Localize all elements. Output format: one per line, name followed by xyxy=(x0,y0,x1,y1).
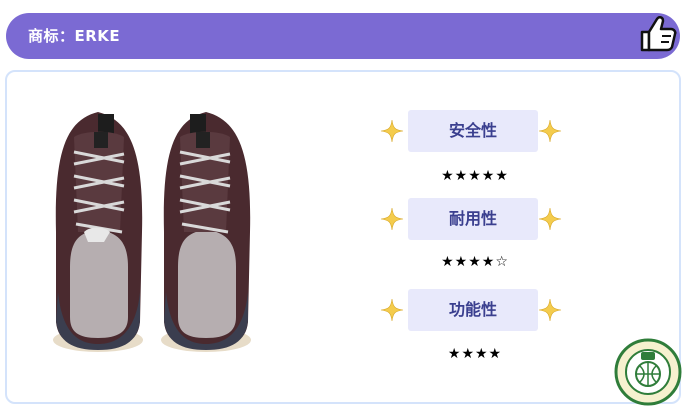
sparkle-icon xyxy=(380,298,404,322)
rating-stars: ★★★★☆ xyxy=(441,254,509,270)
rating-label: 安全性 xyxy=(408,110,538,152)
product-image xyxy=(53,112,251,352)
right-shoe xyxy=(161,112,251,352)
rating-row-safety: 安全性 xyxy=(380,110,570,152)
rating-label: 耐用性 xyxy=(408,198,538,240)
sparkle-icon xyxy=(380,207,404,231)
sparkle-icon xyxy=(380,119,404,143)
sparkle-icon xyxy=(538,207,562,231)
header-bar: 商标：ERKE xyxy=(6,13,680,59)
sparkle-icon xyxy=(538,298,562,322)
sparkle-icon xyxy=(538,119,562,143)
rating-stars: ★★★★★ xyxy=(441,168,509,184)
rating-row-function: 功能性 xyxy=(380,289,570,331)
brand-label: 商标：ERKE xyxy=(28,27,121,45)
rating-stars: ★★★★ xyxy=(447,346,503,362)
left-shoe xyxy=(53,112,143,352)
rating-row-durability: 耐用性 xyxy=(380,198,570,240)
thumbs-up-icon[interactable] xyxy=(638,14,678,54)
rating-label: 功能性 xyxy=(408,289,538,331)
certification-seal-icon xyxy=(614,338,682,406)
